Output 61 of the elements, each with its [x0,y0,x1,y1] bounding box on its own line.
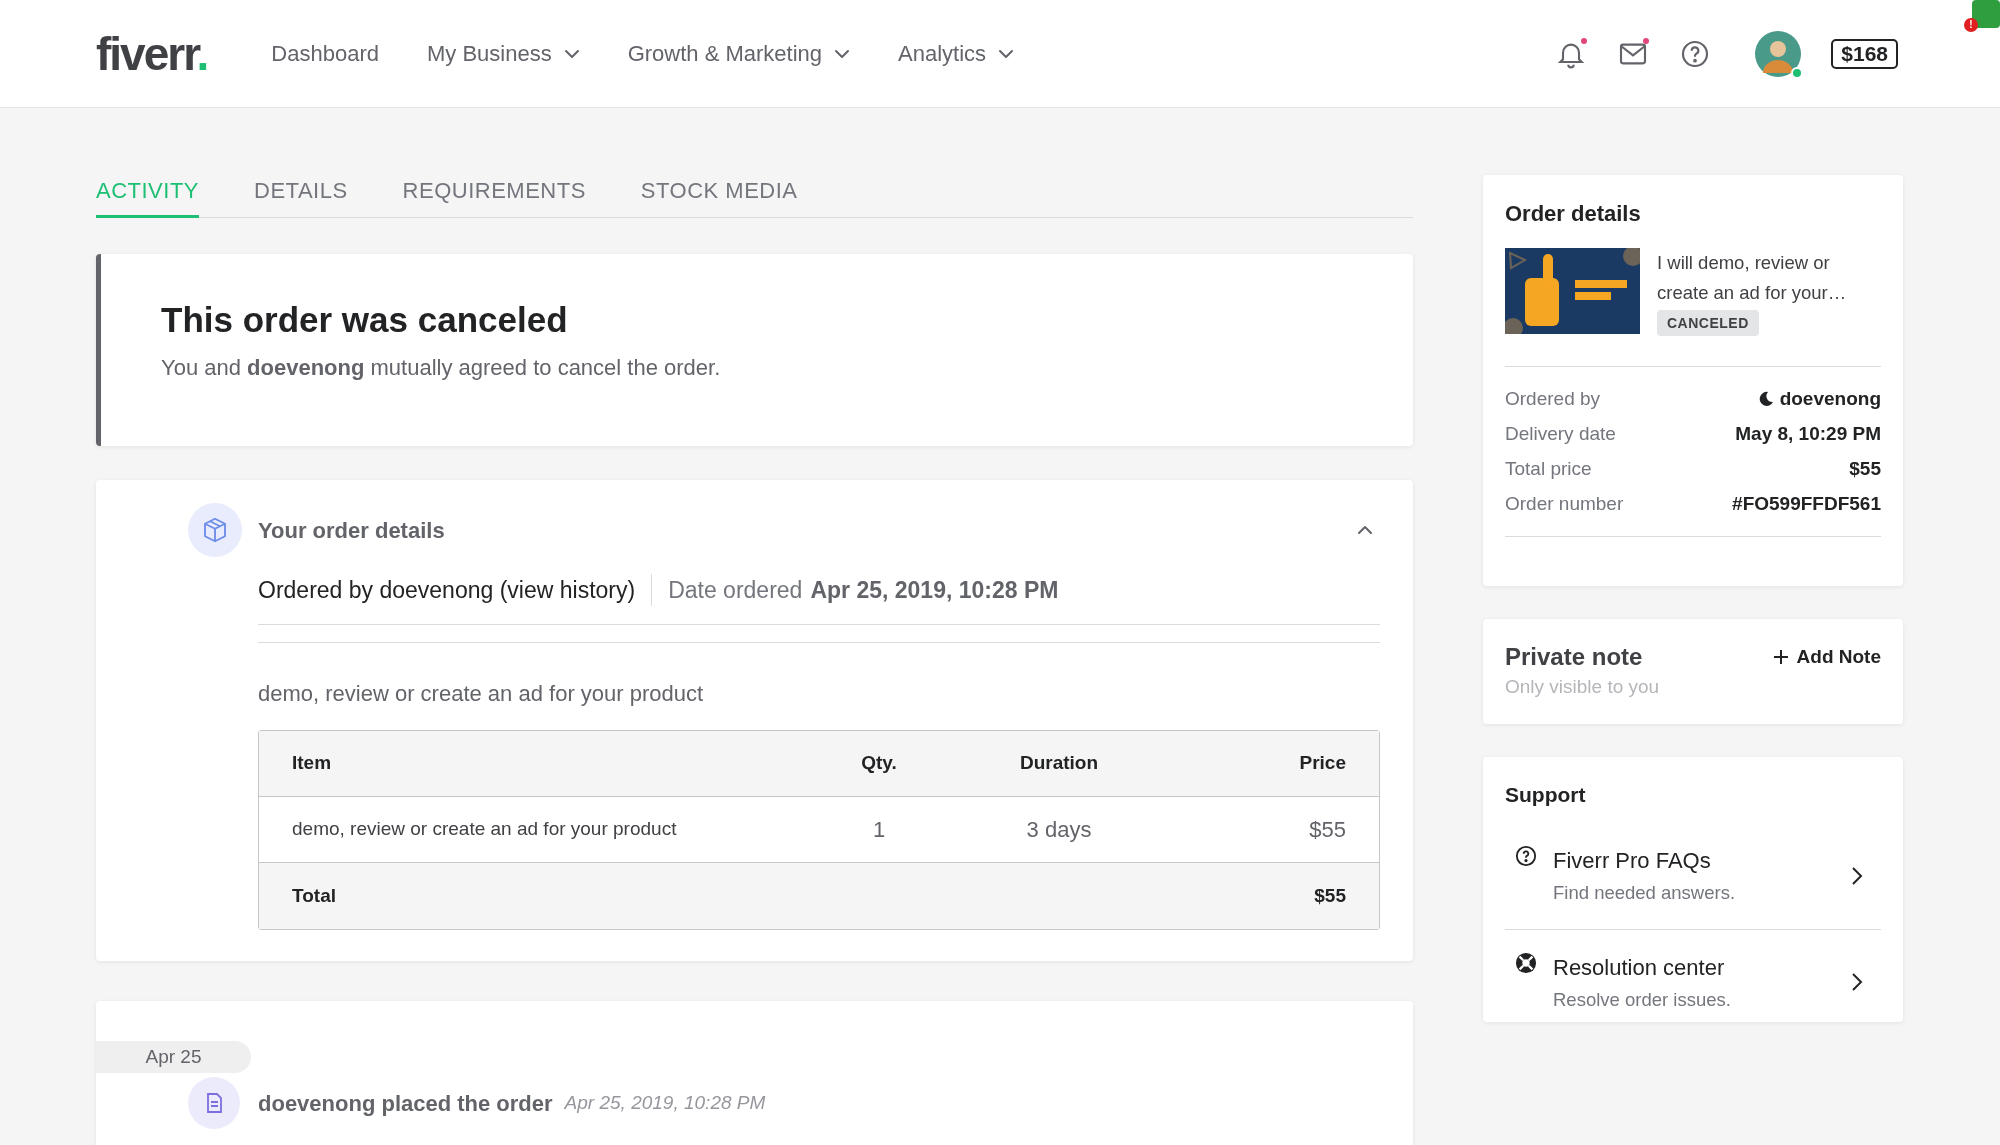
nav-menu-item[interactable]: Dashboard [271,37,379,70]
support-title: Fiverr Pro FAQs [1553,847,1712,876]
field-label: Order number [1505,491,1624,516]
table-cell-text: $55 [1308,816,1347,844]
package-icon [188,503,242,557]
plus-icon [1772,649,1789,665]
notice-title: This order was canceled [161,299,569,341]
nav-menu-item[interactable]: My Business [426,37,580,70]
order-icon [188,1077,240,1129]
field-label: Total price [1505,456,1592,481]
card-title: Private note [1505,642,1644,672]
field-label: Ordered by [1505,386,1601,411]
ordered-by-text: Ordered by doevenong (view history) [258,575,636,605]
order-description: demo, review or create an ad for your product [258,680,705,708]
card-subtitle: Only visible to you [1505,675,1660,699]
nav-menu-item[interactable]: Analytics [898,37,1015,70]
nav-menu-item[interactable]: Growth & Marketing [627,37,851,70]
table-cell-text: 3 days [1025,816,1093,844]
date-ordered-value: Apr 25, 2019, 10:28 PM [810,575,1059,605]
field-label: Delivery date [1505,421,1616,446]
support-subtitle: Resolve order issues. [1553,987,1732,1012]
support-subtitle: Find needed answers. [1553,881,1737,906]
notifications-icon[interactable] [1555,37,1588,70]
avatar[interactable] [1755,30,1802,77]
field-value: #FO599FFDF561 [1732,491,1881,516]
total-label: Total [291,883,337,908]
tab[interactable]: STOCK MEDIA [640,172,798,218]
field-value: doevenong [1779,386,1881,411]
table-cell-text: demo, review or create an ad for your product [291,817,678,842]
balance-button[interactable]: $168 [1831,38,1898,69]
table-cell-text: 1 [871,816,887,844]
card-title: Order details [1505,200,1642,228]
lifebuoy-icon [1515,951,1537,974]
column-header: Item [291,751,333,776]
support-link[interactable]: Resolution center Resolve order issues. [1505,928,1881,1035]
support-link[interactable]: Fiverr Pro FAQs Find needed answers. [1505,822,1881,929]
card-title: Support [1505,782,1587,808]
support-title: Resolution center [1553,953,1726,982]
gig-title: I will demo, review or create an ad for your… [1657,251,1848,305]
help-icon [1515,844,1537,867]
status-badge: CANCELED [1657,310,1759,336]
activity-event: doevenong placed the order [258,1089,553,1118]
add-note-button[interactable]: Add Note [1772,641,1881,673]
section-title: Your order details [258,516,445,545]
activity-time: Apr 25, 2019, 10:28 PM [564,1090,766,1115]
alert-badge: ! [1964,18,1978,32]
tab[interactable]: DETAILS [254,172,348,218]
notice-message: You and doevenong mutually agreed to cancel the order. [161,353,722,382]
column-header: Price [1298,751,1347,776]
field-value: May 8, 10:29 PM [1735,421,1881,446]
fiverr-logo[interactable]: fiverr. [96,30,208,77]
tab[interactable]: REQUIREMENTS [402,172,586,218]
chevron-right-icon [1851,865,1863,886]
moon-icon [1757,391,1774,407]
column-header: Duration [1018,751,1100,776]
date-ordered-label: Date ordered [668,575,803,605]
field-value: $55 [1849,456,1881,481]
chevron-right-icon [1851,972,1863,992]
total-value: $55 [1313,883,1347,908]
column-header: Qty. [860,751,898,776]
date-chip: Apr 25 [96,1041,251,1073]
